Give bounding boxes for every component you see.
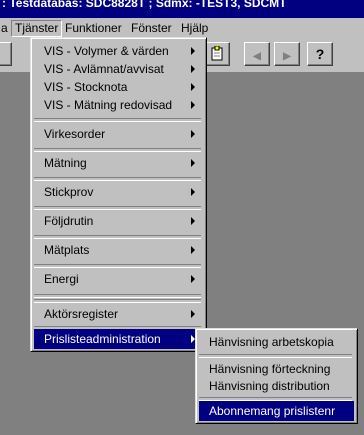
submenu-arrow-icon — [191, 47, 195, 55]
submenu-arrow-icon — [191, 275, 195, 283]
menu-file[interactable]: a — [0, 21, 11, 36]
next-icon: ▶ — [283, 51, 291, 62]
menu-item-virkesorder[interactable]: Virkesorder — [34, 124, 203, 144]
menu-item-vis-avlamnat[interactable]: VIS - Avlämnat/avvisat — [34, 59, 203, 79]
menu-item-stickprov[interactable]: Stickprov — [34, 182, 203, 202]
document-icon — [211, 45, 223, 61]
toolbar-next-button[interactable]: ▶ — [274, 42, 300, 66]
tjanster-menu: VIS - Volymer & värden VIS - Avlämnat/av… — [30, 37, 207, 352]
menu-item-vis-matning[interactable]: VIS - Mätning redovisad — [34, 95, 203, 115]
menu-separator — [34, 118, 201, 122]
help-icon: ? — [315, 46, 325, 62]
menu-item-vis-stocknota[interactable]: VIS - Stocknota — [34, 77, 203, 97]
submenu-arrow-icon — [191, 310, 195, 318]
menu-funktioner[interactable]: Funktioner — [62, 21, 125, 36]
menu-separator — [34, 206, 201, 210]
menu-separator — [34, 177, 201, 181]
menu-fonster[interactable]: Fönster — [128, 21, 175, 36]
menu-item-energi[interactable]: Energi — [34, 269, 203, 289]
menu-separator — [34, 299, 201, 303]
menu-item-matplats[interactable]: Mätplats — [34, 240, 203, 260]
menu-tjanster[interactable]: Tjänster — [11, 20, 63, 37]
submenu-item-hanvisning-arbetskopia[interactable]: Hänvisning arbetskopia — [199, 332, 354, 352]
menu-separator — [34, 264, 201, 268]
prev-icon: ◀ — [253, 51, 261, 62]
menu-separator — [34, 235, 201, 239]
window-title: : Testdatabas: SDC8828T ; Sdmx: -TEST3, … — [2, 0, 287, 10]
menu-item-vis-volymer[interactable]: VIS - Volymer & värden — [34, 41, 203, 61]
menu-item-prislisteadministration[interactable]: Prislisteadministration — [34, 329, 203, 349]
menu-hjalp[interactable]: Hjälp — [178, 21, 211, 36]
submenu-arrow-icon — [191, 159, 195, 167]
prislisteadministration-submenu: Hänvisning arbetskopia Hänvisning förtec… — [195, 328, 358, 424]
submenu-arrow-icon — [191, 130, 195, 138]
submenu-arrow-icon — [191, 65, 195, 73]
toolbar-prev-button[interactable]: ◀ — [244, 42, 270, 66]
menu-separator — [34, 148, 201, 152]
menu-separator — [199, 354, 352, 358]
menu-item-matning[interactable]: Mätning — [34, 153, 203, 173]
submenu-arrow-icon — [191, 101, 195, 109]
menu-item-foljdrutin[interactable]: Följdrutin — [34, 211, 203, 231]
submenu-arrow-icon — [191, 83, 195, 91]
submenu-arrow-icon — [191, 246, 195, 254]
menu-separator — [34, 294, 201, 298]
submenu-arrow-icon — [191, 188, 195, 196]
submenu-item-abonnemang-prislistenr[interactable]: Abonnemang prislistenr — [199, 401, 354, 421]
submenu-item-hanvisning-distribution[interactable]: Hänvisning distribution — [199, 376, 354, 396]
window-title-bar: : Testdatabas: SDC8828T ; Sdmx: -TEST3, … — [0, 0, 364, 18]
submenu-arrow-icon — [191, 217, 195, 225]
toolbar-button-left[interactable] — [0, 42, 12, 66]
menu-bar: a Tjänster Funktioner Fönster Hjälp — [0, 18, 364, 38]
toolbar-help-button[interactable]: ? — [307, 42, 333, 66]
toolbar-document-button[interactable] — [204, 42, 230, 66]
menu-item-aktorsregister[interactable]: Aktörsregister — [34, 304, 203, 324]
